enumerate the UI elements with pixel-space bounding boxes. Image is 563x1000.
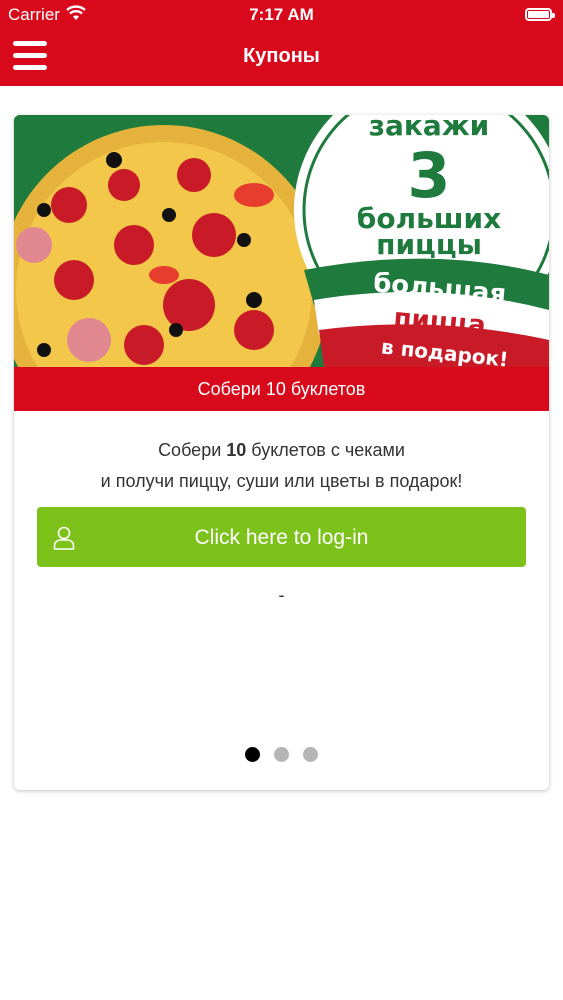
pizza-promo-banner: закажи 3 больших пиццы большая пицца в п…	[14, 115, 549, 367]
page-dot-1[interactable]	[245, 747, 260, 762]
description-line2: и получи пиццу, суши или цветы в подарок…	[100, 471, 463, 491]
coupon-header: Собери 10 буклетов	[14, 367, 549, 411]
banner-line4: пиццы	[376, 228, 482, 261]
status-time: 7:17 AM	[249, 5, 314, 24]
coupon-description: Собери 10 буклетов с чеками и получи пиц…	[14, 435, 549, 497]
page-dot-3[interactable]	[303, 747, 318, 762]
nav-bar: Купоны	[0, 30, 563, 86]
page-title: Купоны	[243, 45, 320, 67]
page-dot-2[interactable]	[274, 747, 289, 762]
coupon-card[interactable]: закажи 3 больших пиццы большая пицца в п…	[14, 115, 549, 790]
banner-line1: закажи	[369, 115, 490, 142]
page-indicator	[14, 747, 549, 767]
description-number: 10	[226, 440, 247, 460]
description-suffix: буклетов с чеками	[246, 440, 405, 460]
battery-icon	[525, 8, 555, 21]
description-prefix: Собери	[158, 440, 227, 460]
coupon-status: -	[278, 585, 285, 605]
top-bar: Carrier 7:17 AM Купоны	[0, 0, 563, 86]
login-button[interactable]: Click here to log-in	[37, 507, 526, 567]
status-bar: Carrier 7:17 AM	[0, 0, 563, 30]
login-button-label: Click here to log-in	[194, 526, 369, 549]
